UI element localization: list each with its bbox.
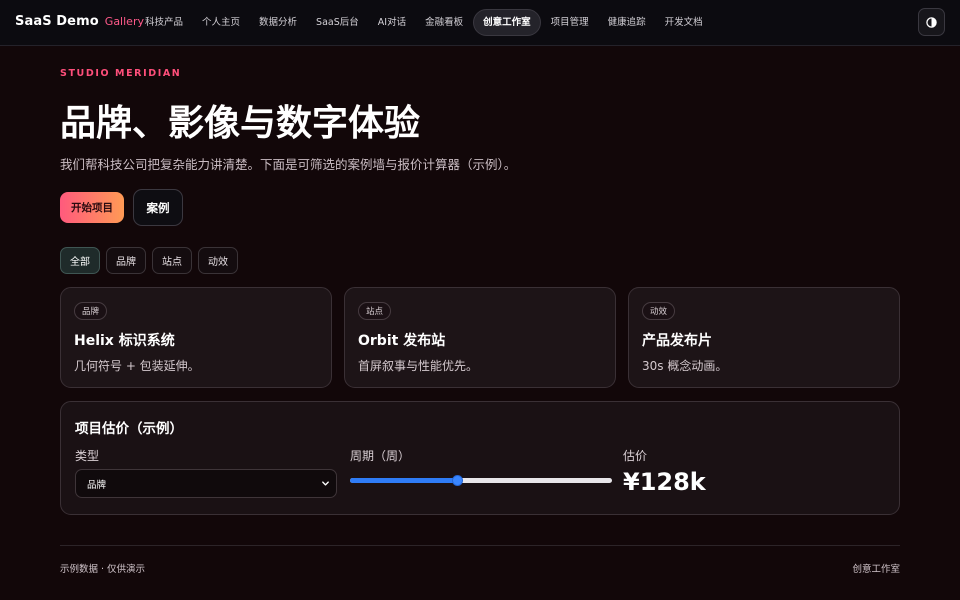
case-card-orbit[interactable]: 站点 Orbit 发布站 首屏叙事与性能优先。 <box>344 287 616 388</box>
filter-chip-motion[interactable]: 动效 <box>198 247 238 274</box>
nav-item-ai-chat[interactable]: AI对话 <box>369 9 415 36</box>
brand-logo[interactable]: SaaS Demo Gallery <box>15 14 144 29</box>
case-tag: 站点 <box>358 302 392 320</box>
chevron-down-icon <box>322 481 329 486</box>
page-title: 品牌、影像与数字体验 <box>60 102 421 144</box>
nav-menu: 科技产品 个人主页 数据分析 SaaS后台 AI对话 金融看板 创意工作室 项目… <box>136 9 713 36</box>
case-title: 产品发布片 <box>642 333 712 349</box>
case-tag: 品牌 <box>74 302 108 320</box>
type-label: 类型 <box>75 449 100 463</box>
period-slider[interactable] <box>350 474 612 488</box>
case-title: Orbit 发布站 <box>358 333 446 349</box>
case-filter-chips: 全部 品牌 站点 动效 <box>60 247 238 274</box>
case-card-launch-film[interactable]: 动效 产品发布片 30s 概念动画。 <box>628 287 900 388</box>
case-title: Helix 标识系统 <box>74 333 175 349</box>
filter-chip-all[interactable]: 全部 <box>60 247 100 274</box>
price-value: ¥128k <box>623 468 706 496</box>
theme-toggle-button[interactable] <box>918 8 945 36</box>
top-navbar: SaaS Demo Gallery 科技产品 个人主页 数据分析 SaaS后台 … <box>0 0 960 46</box>
case-card-helix[interactable]: 品牌 Helix 标识系统 几何符号 + 包装延伸。 <box>60 287 332 388</box>
start-project-button[interactable]: 开始项目 <box>60 192 124 223</box>
type-select-value: 品牌 <box>87 479 107 491</box>
brand-name: SaaS Demo <box>15 14 99 29</box>
page-subtitle: 我们帮科技公司把复杂能力讲清楚。下面是可筛选的案例墙与报价计算器（示例）。 <box>60 157 517 172</box>
nav-item-project-management[interactable]: 项目管理 <box>542 9 598 36</box>
filter-chip-site[interactable]: 站点 <box>152 247 192 274</box>
nav-item-tech-products[interactable]: 科技产品 <box>136 9 192 36</box>
nav-item-data-analysis[interactable]: 数据分析 <box>250 9 306 36</box>
case-tag: 动效 <box>642 302 676 320</box>
price-label: 估价 <box>623 449 648 463</box>
period-label: 周期（周） <box>350 449 411 463</box>
contrast-icon <box>926 16 937 28</box>
footer-brand: 创意工作室 <box>852 564 900 575</box>
type-select[interactable]: 品牌 <box>75 469 337 498</box>
studio-eyebrow: STUDIO MERIDIAN <box>60 68 182 79</box>
nav-item-dev-docs[interactable]: 开发文档 <box>656 9 712 36</box>
filter-chip-brand[interactable]: 品牌 <box>106 247 146 274</box>
slider-fill <box>350 478 458 483</box>
nav-item-saas-admin[interactable]: SaaS后台 <box>307 9 368 36</box>
nav-item-health-tracking[interactable]: 健康追踪 <box>599 9 655 36</box>
nav-item-creative-studio[interactable]: 创意工作室 <box>473 9 541 36</box>
cases-button[interactable]: 案例 <box>133 189 183 226</box>
nav-item-finance-board[interactable]: 金融看板 <box>416 9 472 36</box>
nav-item-personal-home[interactable]: 个人主页 <box>193 9 249 36</box>
case-description: 首屏叙事与性能优先。 <box>358 359 479 373</box>
footer-divider <box>60 545 900 546</box>
slider-thumb[interactable] <box>452 475 464 486</box>
project-estimator: 项目估价（示例） 类型 品牌 周期（周） 估价 ¥128k <box>60 401 900 515</box>
footer-note: 示例数据 · 仅供演示 <box>60 564 146 575</box>
estimator-title: 项目估价（示例） <box>75 421 183 437</box>
case-description: 几何符号 + 包装延伸。 <box>74 359 200 373</box>
case-description: 30s 概念动画。 <box>642 359 728 373</box>
